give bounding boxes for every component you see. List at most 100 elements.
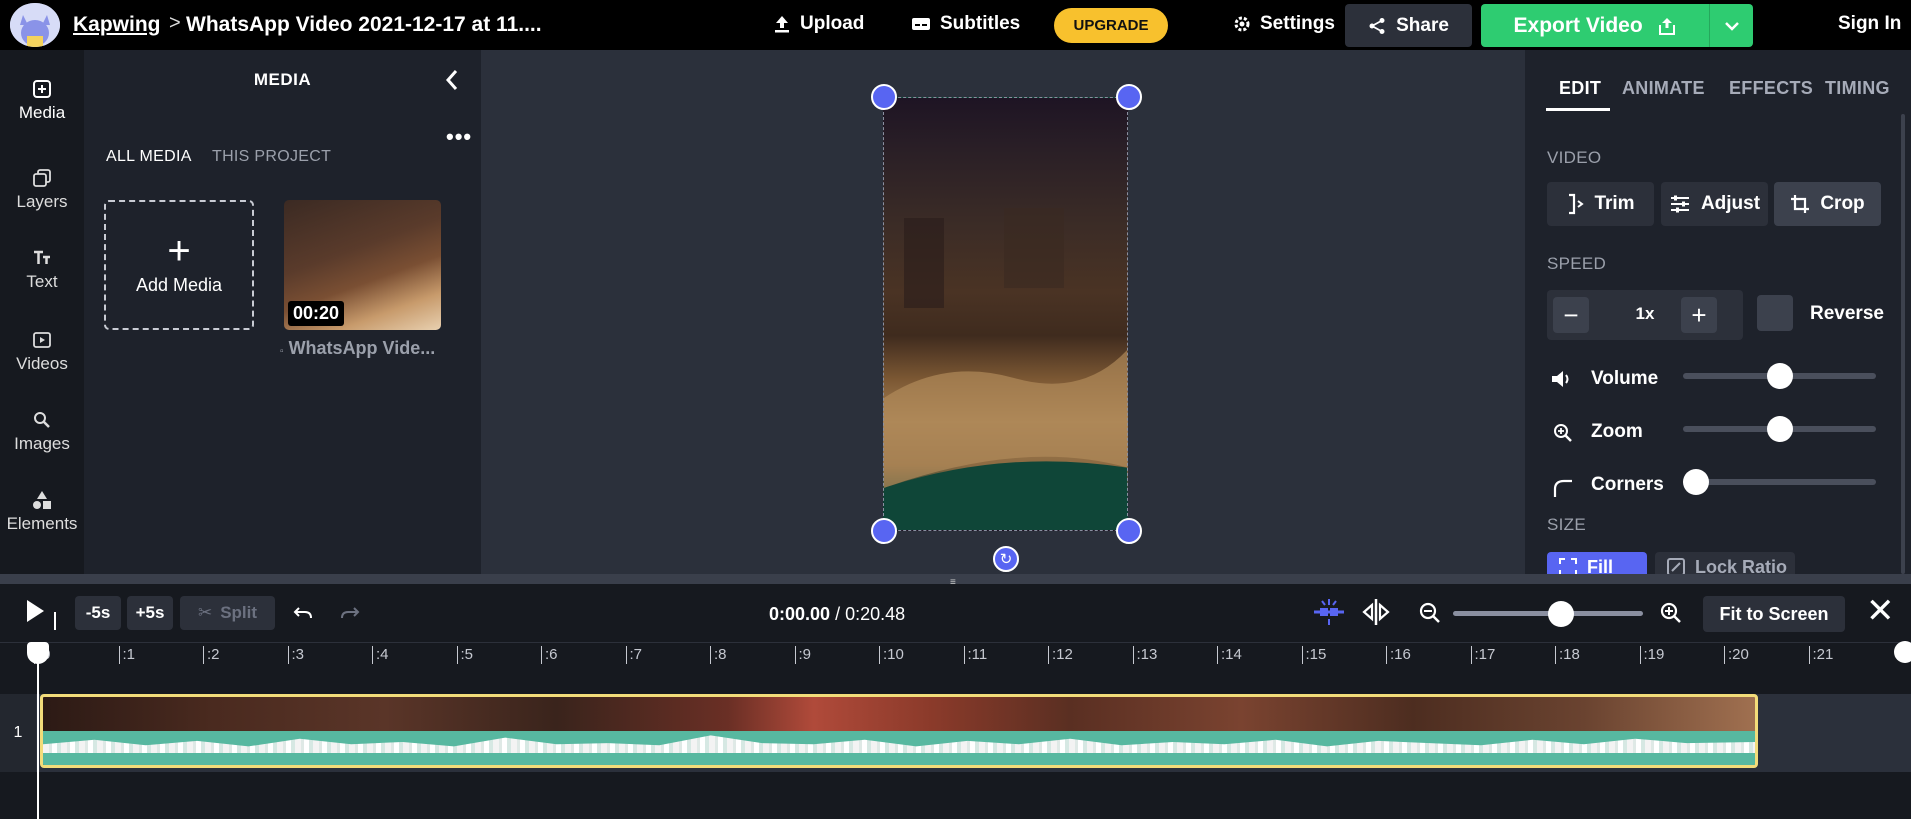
skip-forward-5s-button[interactable]: +5s — [127, 596, 173, 630]
brand-link[interactable]: Kapwing — [73, 13, 161, 37]
media-item-name: ▫ WhatsApp Vide... — [280, 338, 435, 359]
timeline-end-handle[interactable] — [1894, 641, 1911, 663]
fit-to-screen-button[interactable]: Fit to Screen — [1703, 596, 1845, 632]
rail-item-images[interactable]: Images — [0, 410, 84, 454]
reverse-label: Reverse — [1810, 303, 1884, 324]
zoom-icon — [1554, 424, 1572, 442]
ruler-tick: :8 — [710, 646, 727, 664]
total-time: 0:20.48 — [845, 604, 906, 624]
ruler-tick: :5 — [456, 646, 473, 664]
rail-item-layers[interactable]: Layers — [0, 168, 84, 212]
export-options-button[interactable] — [1710, 4, 1753, 47]
file-icon: ▫ — [280, 346, 284, 357]
speed-decrease-button[interactable]: − — [1553, 297, 1589, 333]
resize-handle-top-right[interactable] — [1116, 84, 1142, 110]
skip-back-5s-button[interactable]: -5s — [75, 596, 121, 630]
ruler-tick: :4 — [372, 646, 389, 664]
ruler-tick: :16 — [1386, 646, 1411, 664]
resize-handle-bottom-left[interactable] — [871, 518, 897, 544]
split-button[interactable]: ✂ Split — [180, 596, 275, 630]
timeline-zoom-knob[interactable] — [1548, 601, 1575, 627]
more-options-icon[interactable]: ••• — [446, 124, 472, 150]
upgrade-button[interactable]: UPGRADE — [1054, 8, 1168, 43]
rotate-handle[interactable]: ↻ — [993, 546, 1019, 572]
layers-icon — [33, 169, 51, 187]
close-timeline-icon[interactable]: ✕ — [1866, 594, 1895, 628]
rail-item-text[interactable]: Text — [0, 248, 84, 292]
playhead-line[interactable] — [37, 642, 39, 819]
ruler-tick: :1 — [118, 646, 135, 664]
rail-item-videos[interactable]: Videos — [0, 330, 84, 374]
plus-icon: + — [1691, 299, 1707, 330]
track-number: 1 — [0, 694, 36, 772]
corners-slider-track[interactable] — [1683, 479, 1876, 485]
tab-effects[interactable]: EFFECTS — [1729, 78, 1813, 99]
tab-animate[interactable]: ANIMATE — [1622, 78, 1705, 99]
clip-trim-handle-left[interactable] — [54, 612, 56, 630]
corners-slider-knob[interactable] — [1683, 469, 1709, 495]
top-bar: Kapwing > WhatsApp Video 2021-12-17 at 1… — [0, 0, 1911, 50]
ruler-tick: :12 — [1048, 646, 1073, 664]
ruler-tick: :19 — [1639, 646, 1664, 664]
media-thumbnail[interactable]: 00:20 — [284, 200, 441, 330]
sign-in-link[interactable]: Sign In — [1838, 13, 1901, 35]
speed-increase-button[interactable]: + — [1681, 297, 1717, 333]
redo-icon[interactable] — [340, 604, 360, 622]
speed-value: 1x — [1635, 304, 1655, 323]
split-view-icon[interactable] — [1360, 597, 1392, 627]
trim-icon — [1569, 193, 1585, 215]
settings-button[interactable]: Settings — [1233, 13, 1335, 35]
tab-all-media[interactable]: ALL MEDIA — [106, 148, 192, 166]
media-icon — [33, 80, 51, 98]
tab-timing[interactable]: TIMING — [1825, 78, 1890, 99]
adjust-button[interactable]: Adjust — [1661, 182, 1768, 226]
crop-icon — [1791, 195, 1810, 213]
rail-item-elements[interactable]: Elements — [0, 490, 84, 534]
reverse-checkbox[interactable] — [1757, 295, 1793, 331]
tab-edit[interactable]: EDIT — [1559, 78, 1601, 99]
export-label: Export Video — [1513, 13, 1643, 37]
rail-item-media[interactable]: Media — [0, 79, 84, 123]
export-video-button[interactable]: Export Video — [1481, 4, 1753, 47]
timeline-ruler[interactable]: :0:1:2:3:4:5:6:7:8:9:10:11:12:13:14:15:1… — [0, 642, 1911, 672]
media-panel: MEDIA ••• ALL MEDIA THIS PROJECT + Add M… — [84, 50, 481, 574]
share-button[interactable]: Share — [1345, 4, 1472, 47]
collapse-panel-icon[interactable] — [444, 68, 460, 92]
ruler-tick: :10 — [879, 646, 904, 664]
crop-button[interactable]: Crop — [1774, 182, 1881, 226]
video-clip[interactable] — [40, 694, 1758, 768]
tab-this-project[interactable]: THIS PROJECT — [212, 148, 331, 166]
ruler-tick: :6 — [541, 646, 558, 664]
zoom-slider-knob[interactable] — [1766, 416, 1793, 442]
ruler-tick: :17 — [1470, 646, 1495, 664]
undo-icon[interactable] — [293, 604, 313, 622]
corners-label: Corners — [1591, 474, 1664, 495]
project-title[interactable]: WhatsApp Video 2021-12-17 at 11.... — [186, 13, 542, 37]
playhead-handle[interactable] — [27, 642, 49, 664]
media-duration: 00:20 — [288, 301, 345, 326]
ruler-tick: :15 — [1301, 646, 1326, 664]
trim-button[interactable]: Trim — [1547, 182, 1654, 226]
media-panel-title: MEDIA — [253, 70, 312, 89]
snap-icon[interactable] — [1310, 597, 1348, 627]
properties-scrollbar[interactable] — [1901, 114, 1905, 574]
volume-slider-knob[interactable] — [1766, 363, 1793, 389]
resize-handle-bottom-right[interactable] — [1116, 518, 1142, 544]
trim-label: Trim — [1594, 193, 1635, 214]
zoom-in-icon[interactable] — [1659, 601, 1683, 625]
add-media-button[interactable]: + Add Media — [104, 200, 254, 330]
ruler-tick: :2 — [203, 646, 220, 664]
section-video: VIDEO — [1547, 148, 1602, 167]
video-preview[interactable] — [883, 97, 1128, 531]
adjust-label: Adjust — [1700, 193, 1761, 214]
upload-button[interactable]: Upload — [773, 13, 864, 35]
kapwing-logo[interactable] — [10, 3, 60, 47]
adjust-icon — [1670, 195, 1689, 213]
play-icon[interactable] — [24, 598, 46, 624]
zoom-out-icon[interactable] — [1418, 601, 1442, 625]
subtitles-button[interactable]: Subtitles — [911, 13, 1020, 35]
resize-handle-top-left[interactable] — [871, 84, 897, 110]
export-main[interactable]: Export Video — [1481, 4, 1711, 47]
properties-panel: EDIT ANIMATE EFFECTS TIMING VIDEO Trim A… — [1525, 50, 1911, 582]
rotate-icon: ↻ — [999, 551, 1013, 568]
